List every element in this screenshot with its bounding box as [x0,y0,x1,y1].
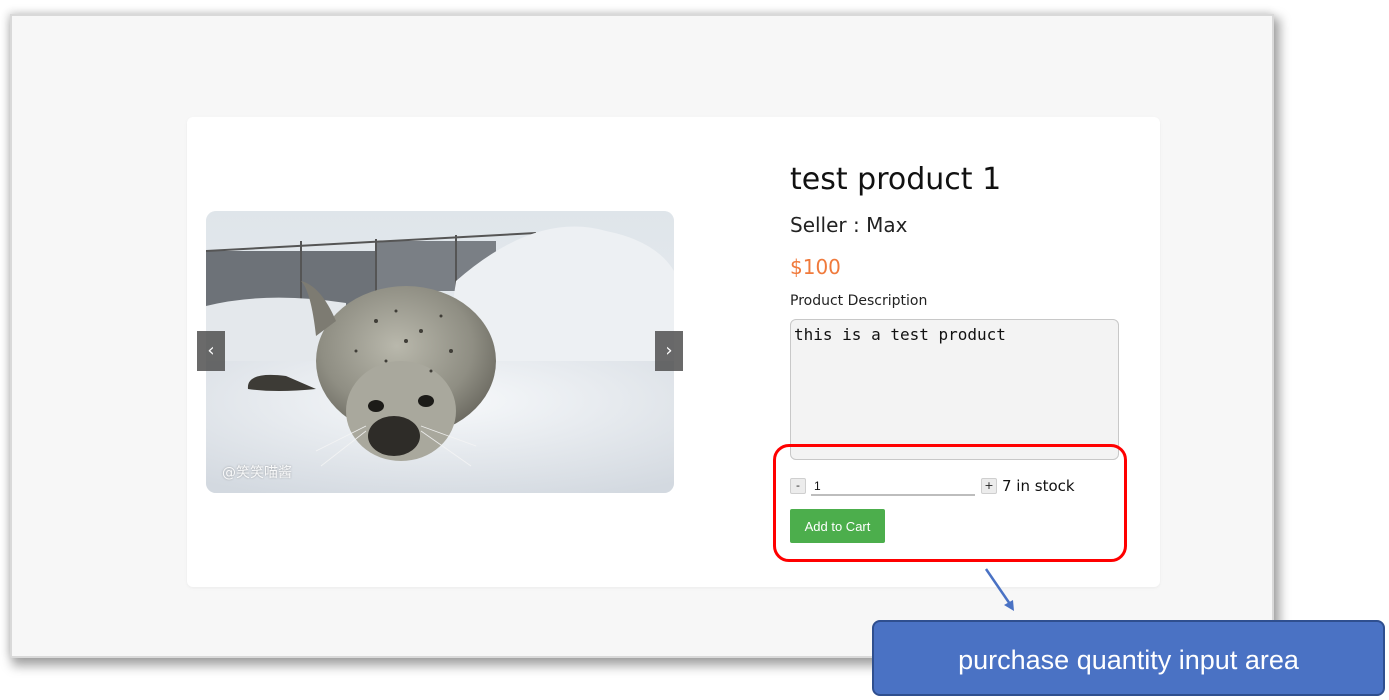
annotation-highlight-box [773,444,1127,562]
description-label: Product Description [790,293,928,309]
product-title: test product 1 [790,162,1002,197]
annotation-callout: purchase quantity input area [872,620,1385,696]
product-image-carousel [206,211,674,493]
product-price: $100 [790,255,841,279]
carousel-next-button[interactable]: › [655,331,683,371]
callout-text: purchase quantity input area [958,645,1299,675]
carousel-prev-button[interactable]: ‹ [197,331,225,371]
image-watermark: @笑笑喵酱 [222,465,292,481]
description-textarea[interactable]: this is a test product [790,319,1119,460]
product-image [206,211,674,493]
annotation-arrow-icon [984,568,1014,611]
seller-name: Seller : Max [790,213,908,237]
